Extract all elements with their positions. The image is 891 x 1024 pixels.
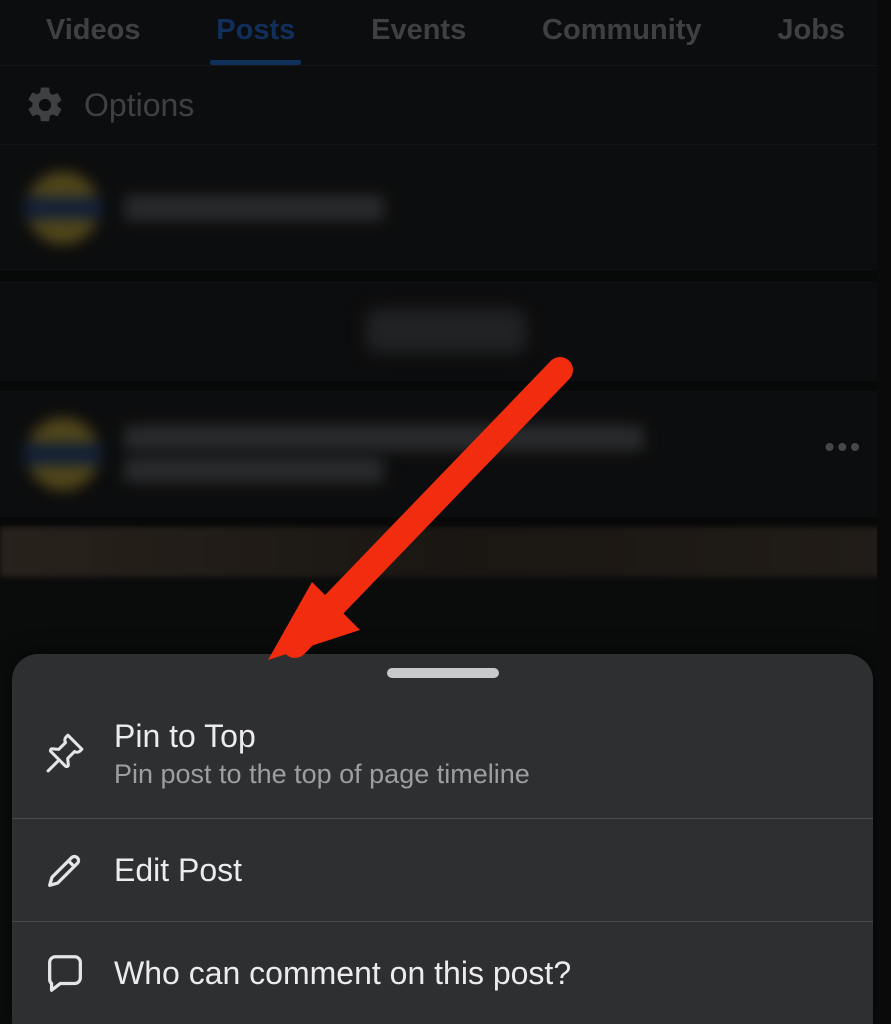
menu-item-who-can-comment[interactable]: Who can comment on this post? <box>12 922 873 1024</box>
menu-item-title: Pin to Top <box>114 718 530 755</box>
action-sheet: Pin to Top Pin post to the top of page t… <box>12 654 873 1024</box>
pencil-icon <box>42 847 88 893</box>
menu-item-subtitle: Pin post to the top of page timeline <box>114 759 530 790</box>
menu-item-title: Edit Post <box>114 852 242 889</box>
comment-icon <box>42 950 88 996</box>
menu-item-title: Who can comment on this post? <box>114 955 571 992</box>
menu-item-edit-post[interactable]: Edit Post <box>12 819 873 922</box>
sheet-handle[interactable] <box>387 668 499 678</box>
pin-icon <box>42 731 88 777</box>
menu-item-pin-to-top[interactable]: Pin to Top Pin post to the top of page t… <box>12 690 873 819</box>
scrollbar-track[interactable] <box>877 0 891 1024</box>
